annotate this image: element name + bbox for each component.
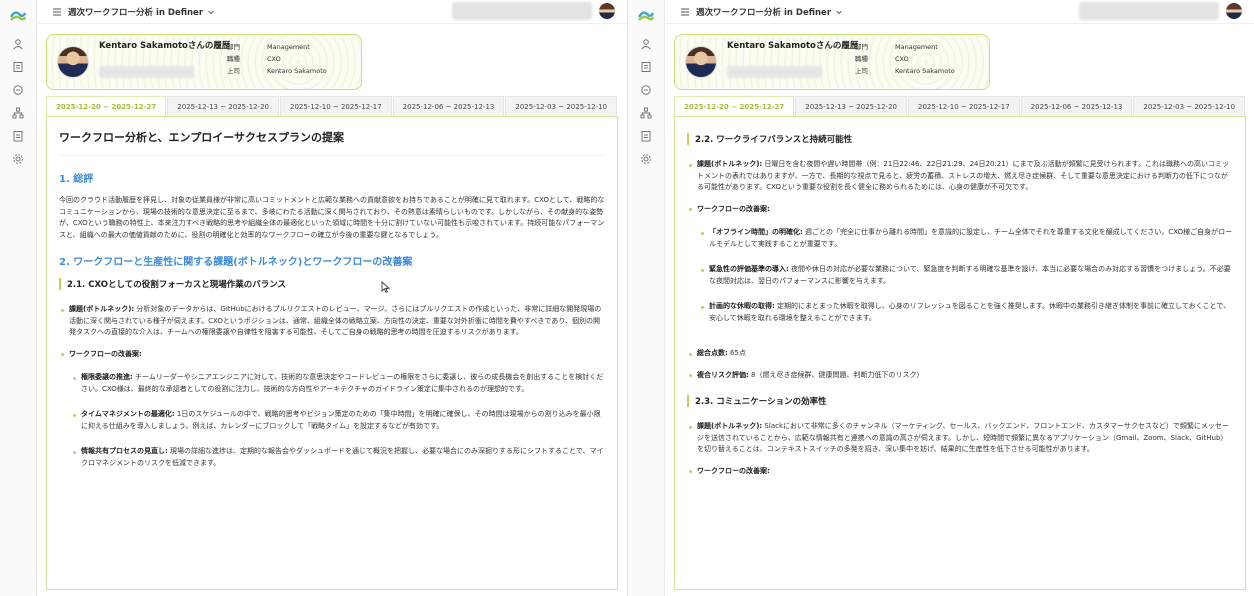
risk-item: 複合リスク評価: 8（燃え尽き症候群、健康問題、判断力低下のリスク） xyxy=(687,370,1233,382)
redacted-search-field[interactable] xyxy=(1079,2,1219,20)
subsection-heading-2-2: 2.2. ワークライフバランスと持続可能性 xyxy=(687,133,1233,145)
list-item: ワークフローの改善案: xyxy=(687,466,1233,478)
tab-week-2[interactable]: 2025-12-13 ~ 2025-12-20 xyxy=(167,96,279,116)
report-content[interactable]: ワークフロー分析と、エンプロイーサクセスプランの提案 1. 総評 今回のクラウド… xyxy=(46,116,618,590)
profile-field-role: 職種 CXO xyxy=(855,55,909,63)
top-bar: 週次ワークフロー分析 in Definer xyxy=(38,0,627,24)
org-chart-icon[interactable] xyxy=(640,107,652,119)
sidebar-rail xyxy=(0,0,37,596)
list-item: 緊急性の評価基準の導入: 夜間や休日の対応が必要な業務について、緊急度を判断する… xyxy=(699,264,1233,287)
profile-photo xyxy=(57,46,89,78)
tab-week-1[interactable]: 2025-12-20 ~ 2025-12-27 xyxy=(674,96,795,116)
redacted-email xyxy=(99,66,194,78)
document-icon[interactable] xyxy=(12,61,24,73)
profile-field-manager: 上司 Kentaro Sakamoto xyxy=(227,67,327,75)
profile-card: Kentaro Sakamotoさんの履歴 部門 Management 職種 CXO… xyxy=(674,34,990,90)
right-pane: 週次ワークフロー分析 in Definer Kentaro Sakamotoさん… xyxy=(627,0,1254,596)
list-item: 課題(ボトルネック): 分析対象のデータからは、GitHubにおけるプルリクエス… xyxy=(59,304,605,339)
tab-week-3[interactable]: 2025-12-10 ~ 2025-12-17 xyxy=(907,96,1020,116)
user-icon[interactable] xyxy=(640,38,652,50)
menu-icon[interactable] xyxy=(680,7,690,17)
subsection-heading-2-1: 2.1. CXOとしての役割フォーカスと現場作業のバランス xyxy=(59,278,605,290)
chevron-down-icon[interactable] xyxy=(835,8,843,16)
profile-field-manager: 上司 Kentaro Sakamoto xyxy=(855,67,955,75)
week-tabs: 2025-12-20 ~ 2025-12-27 2025-12-13 ~ 202… xyxy=(46,96,618,116)
profile-field-department: 部門 Management xyxy=(227,43,310,51)
redacted-search-field[interactable] xyxy=(452,2,592,20)
overview-paragraph: 今回のクラウド活動履歴を拝見し、対象の従業員様が非常に高いコミットメントと広範な… xyxy=(59,196,605,239)
sidebar-rail xyxy=(628,0,665,596)
profile-photo xyxy=(685,46,717,78)
tab-week-2[interactable]: 2025-12-13 ~ 2025-12-20 xyxy=(795,96,907,116)
week-tabs: 2025-12-20 ~ 2025-12-27 2025-12-13 ~ 202… xyxy=(674,96,1246,116)
list-item: 課題(ボトルネック): 日曜日を含む夜間や遅い時間帯（例：21日22:46、22… xyxy=(687,159,1233,194)
top-bar: 週次ワークフロー分析 in Definer xyxy=(666,0,1254,24)
list-item: 権限委譲の推進: チームリーダーやシニアエンジニアに対して、技術的な意思決定やコ… xyxy=(71,372,605,395)
tab-week-4[interactable]: 2025-12-06 ~ 2025-12-13 xyxy=(392,96,505,116)
redacted-email xyxy=(727,66,822,78)
score-item: 総合点数: 65点 xyxy=(687,348,1233,360)
definer-logo-icon[interactable] xyxy=(638,8,654,22)
doc-title: ワークフロー分析と、エンプロイーサクセスプランの提案 xyxy=(59,127,605,156)
chat-icon[interactable] xyxy=(640,84,652,96)
tab-week-5[interactable]: 2025-12-03 ~ 2025-12-10 xyxy=(505,96,618,116)
chat-icon[interactable] xyxy=(12,84,24,96)
list-item: ワークフローの改善案: 「オフライン時間」の明確化: 週ごとの「完全に仕事から離… xyxy=(687,204,1233,325)
subsection-heading-2-3: 2.3. コミュニケーションの効率性 xyxy=(687,395,1233,407)
settings-icon[interactable] xyxy=(640,153,652,165)
list-item: 課題(ボトルネック): Slackにおいて非常に多くのチャンネル（マーケティング… xyxy=(687,421,1233,456)
bullet-list: 課題(ボトルネック): 日曜日を含む夜間や遅い時間帯（例：21日22:46、22… xyxy=(687,159,1233,381)
profile-field-department: 部門 Management xyxy=(855,43,938,51)
section-heading-overview: 1. 総評 xyxy=(59,174,94,185)
document-icon[interactable] xyxy=(640,61,652,73)
tab-week-1[interactable]: 2025-12-20 ~ 2025-12-27 xyxy=(46,96,167,116)
bullet-list: 課題(ボトルネック): Slackにおいて非常に多くのチャンネル（マーケティング… xyxy=(687,421,1233,477)
profile-field-role: 職種 CXO xyxy=(227,55,281,63)
report-title[interactable]: 週次ワークフロー分析 in Definer xyxy=(68,6,203,18)
list-item: 情報共有プロセスの見直し: 現場の詳細な進捗は、定期的な報告会やダッシュボードを… xyxy=(71,446,605,469)
profile-card: Kentaro Sakamotoさんの履歴 部門 Management 職種 CXO… xyxy=(46,34,362,90)
menu-icon[interactable] xyxy=(52,7,62,17)
definer-logo-icon[interactable] xyxy=(10,8,26,22)
list-item: 計画的な休暇の取得: 定期的にまとまった休暇を取得し、心身のリフレッシュを図るこ… xyxy=(699,301,1233,324)
bullet-list: 課題(ボトルネック): 分析対象のデータからは、GitHubにおけるプルリクエス… xyxy=(59,304,605,469)
tab-week-5[interactable]: 2025-12-03 ~ 2025-12-10 xyxy=(1133,96,1246,116)
tab-week-4[interactable]: 2025-12-06 ~ 2025-12-13 xyxy=(1020,96,1133,116)
split-screen: 週次ワークフロー分析 in Definer Kentaro Sakamotoさん… xyxy=(0,0,1254,596)
report-title[interactable]: 週次ワークフロー分析 in Definer xyxy=(696,6,831,18)
settings-icon[interactable] xyxy=(12,153,24,165)
user-icon[interactable] xyxy=(12,38,24,50)
left-pane: 週次ワークフロー分析 in Definer Kentaro Sakamotoさん… xyxy=(0,0,627,596)
tab-week-3[interactable]: 2025-12-10 ~ 2025-12-17 xyxy=(279,96,392,116)
improvement-list: 「オフライン時間」の明確化: 週ごとの「完全に仕事から離れる時間」を意識的に設定… xyxy=(697,227,1233,324)
list-item: ワークフローの改善案: 権限委譲の推進: チームリーダーやシニアエンジニアに対し… xyxy=(59,349,605,470)
report-content[interactable]: 2.2. ワークライフバランスと持続可能性 課題(ボトルネック): 日曜日を含む… xyxy=(674,116,1246,590)
chevron-down-icon[interactable] xyxy=(207,8,215,16)
mouse-cursor-icon xyxy=(381,281,390,293)
clipboard-icon[interactable] xyxy=(12,130,24,142)
org-chart-icon[interactable] xyxy=(12,107,24,119)
improvement-list: 権限委譲の推進: チームリーダーやシニアエンジニアに対して、技術的な意思決定やコ… xyxy=(69,372,605,469)
section-heading-workflow: 2. ワークフローと生産性に関する課題(ボトルネック)とワークフローの改善案 xyxy=(59,257,413,268)
avatar[interactable] xyxy=(599,3,615,19)
clipboard-icon[interactable] xyxy=(640,130,652,142)
list-item: タイムマネジメントの最適化: 1日のスケジュールの中で、戦略的思考やビジョン策定… xyxy=(71,409,605,432)
list-item: 「オフライン時間」の明確化: 週ごとの「完全に仕事から離れる時間」を意識的に設定… xyxy=(699,227,1233,250)
avatar[interactable] xyxy=(1226,3,1242,19)
